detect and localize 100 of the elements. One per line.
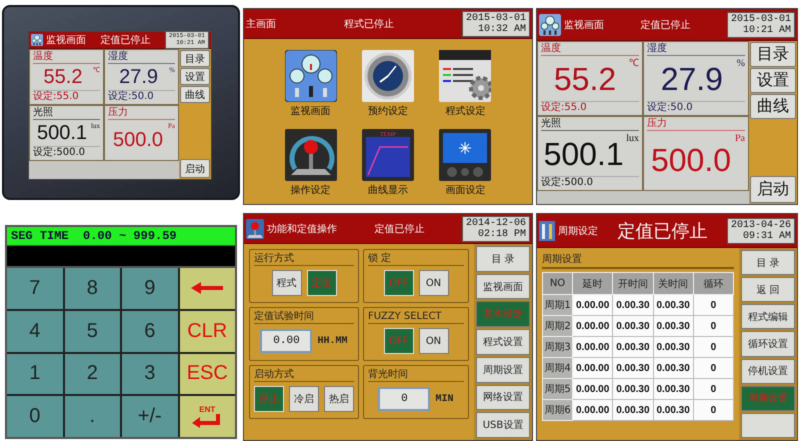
date-text: 2015-03-01 xyxy=(466,12,526,24)
row-header: 周期6 xyxy=(542,400,572,420)
table-cell: 0.00.30 xyxy=(653,378,694,400)
table-cell: 0.00.30 xyxy=(612,358,653,378)
reading-label: 湿度 xyxy=(108,51,175,64)
table-cell: 0.00.00 xyxy=(572,358,613,378)
menu-button[interactable]: 曲线 xyxy=(750,94,796,119)
setpoint-text: 设定:55.0 xyxy=(541,101,639,114)
clock-icon xyxy=(362,50,414,102)
date-text: 2013-04-26 xyxy=(730,220,791,230)
nav-button[interactable]: 停机设置 xyxy=(741,358,795,384)
screen-title: 周期设定 xyxy=(558,224,598,238)
input-field[interactable]: 0.00 xyxy=(260,329,312,353)
screen-title: 主画面 xyxy=(246,18,276,30)
nav-button[interactable]: 循环设置 xyxy=(741,331,795,357)
date-text: 2015-03-01 xyxy=(730,14,791,24)
column-header: 关时间 xyxy=(653,272,694,294)
digit-key[interactable]: 7 xyxy=(7,268,62,309)
option-button[interactable]: 热启 xyxy=(324,386,354,412)
nav-button[interactable]: 返 回 xyxy=(741,277,795,302)
column-header: 延时 xyxy=(572,272,613,294)
nav-button[interactable] xyxy=(741,412,795,438)
menu-button[interactable]: 设置 xyxy=(750,68,796,93)
table-cell: 0.00.30 xyxy=(653,358,694,378)
nav-button[interactable]: USB设置 xyxy=(476,412,530,438)
group-title: 定值试验时间 xyxy=(254,310,354,324)
digit-key[interactable]: +/- xyxy=(122,396,178,437)
nav-button[interactable]: 网络设置 xyxy=(476,384,530,410)
nav-button[interactable]: 目 录 xyxy=(476,246,530,272)
gauges-icon xyxy=(31,34,43,46)
digit-key[interactable]: 1 xyxy=(7,354,62,394)
option-button[interactable]: ON xyxy=(418,328,448,354)
time-text: 02:18 PM xyxy=(478,228,526,240)
table-cell: 0.00.30 xyxy=(612,400,653,420)
column-header: 开时间 xyxy=(612,272,653,294)
option-button[interactable]: ON xyxy=(418,270,448,296)
unit-label: ℃ xyxy=(629,57,639,69)
nav-button[interactable]: 周期设置 xyxy=(476,356,530,383)
table-cell: 0.00.30 xyxy=(612,378,653,400)
range-label: SEG TIME 0.00 ~ 999.59 xyxy=(7,227,235,246)
menu-button[interactable]: 设置 xyxy=(180,68,210,85)
nav-button[interactable]: 程式设置 xyxy=(476,329,530,355)
table-cell: 0 xyxy=(693,378,734,400)
option-button[interactable]: 程式 xyxy=(272,270,302,296)
reading-value: 27.9 xyxy=(660,62,724,94)
menu-button[interactable]: 程式设定 xyxy=(426,47,504,122)
digit-key[interactable]: 9 xyxy=(122,268,178,309)
backspace-key[interactable] xyxy=(180,268,235,309)
setpoint-text: 设定:55.0 xyxy=(33,90,100,103)
menu-button[interactable]: 目录 xyxy=(180,50,210,67)
menu-button[interactable]: 操作设定 xyxy=(272,126,350,200)
run-status: 定值已停止 xyxy=(616,220,708,242)
run-status: 程式已停止 xyxy=(342,18,395,30)
digit-key[interactable]: 2 xyxy=(64,354,120,394)
unit-label: lux xyxy=(626,132,639,144)
return-arrow-icon xyxy=(192,414,222,428)
unit-label: Pa xyxy=(735,132,745,144)
table-cell: 0.00.00 xyxy=(572,336,613,358)
digit-key[interactable]: 6 xyxy=(122,310,178,352)
table-cell: 0.00.00 xyxy=(572,400,613,420)
option-button[interactable]: 冷启 xyxy=(289,386,319,412)
table-cell: 0 xyxy=(693,294,734,316)
screen-icon xyxy=(439,128,492,181)
nav-button[interactable]: 监视画面 xyxy=(476,274,530,300)
menu-button[interactable]: 监视画面 xyxy=(272,47,350,122)
group-title: 锁 定 xyxy=(368,252,464,266)
table-cell: 0 xyxy=(693,400,734,420)
reading-value: 500.0 xyxy=(112,130,164,150)
digit-key[interactable]: 3 xyxy=(122,354,178,394)
input-field[interactable]: 0 xyxy=(378,387,430,411)
reading-label: 压力 xyxy=(647,118,745,131)
nav-button[interactable]: 程式编辑 xyxy=(741,304,795,330)
digit-key[interactable]: 4 xyxy=(7,310,62,352)
digit-key[interactable]: . xyxy=(64,396,120,437)
table-cell: 0.00.30 xyxy=(653,400,694,420)
group-title: 启动方式 xyxy=(254,368,354,382)
menu-button[interactable]: 曲线 xyxy=(180,86,210,103)
reading-value: 500.1 xyxy=(36,123,88,143)
menu-button[interactable]: 目录 xyxy=(750,42,796,67)
setpoint-text: 设定:50.0 xyxy=(647,101,745,114)
setpoint-text: 设定:50.0 xyxy=(108,90,175,103)
setpoint-text: 设定:500.0 xyxy=(541,176,639,189)
digit-key[interactable]: 8 xyxy=(64,268,120,309)
column-header: NO xyxy=(542,272,572,294)
menu-button[interactable]: 画面设定 xyxy=(426,126,504,200)
nav-button[interactable]: 目 录 xyxy=(741,250,795,276)
digit-key[interactable]: 5 xyxy=(64,310,120,352)
digit-key[interactable]: 0 xyxy=(7,396,62,437)
start-button[interactable]: 启动 xyxy=(180,159,210,178)
left-arrow-icon xyxy=(191,282,224,294)
table-cell: 0.00.30 xyxy=(612,294,653,316)
unit-label: % xyxy=(736,57,745,69)
time-text: 10:32 AM xyxy=(478,24,526,34)
run-status: 定值已停止 xyxy=(639,18,692,32)
entry-field[interactable] xyxy=(7,246,235,268)
setpoint-text: 设定:500.0 xyxy=(33,146,100,159)
menu-button[interactable]: 预约设定 xyxy=(349,47,427,122)
start-button[interactable]: 启动 xyxy=(750,176,796,203)
row-header: 周期5 xyxy=(542,378,572,400)
joystick-icon xyxy=(246,218,264,238)
